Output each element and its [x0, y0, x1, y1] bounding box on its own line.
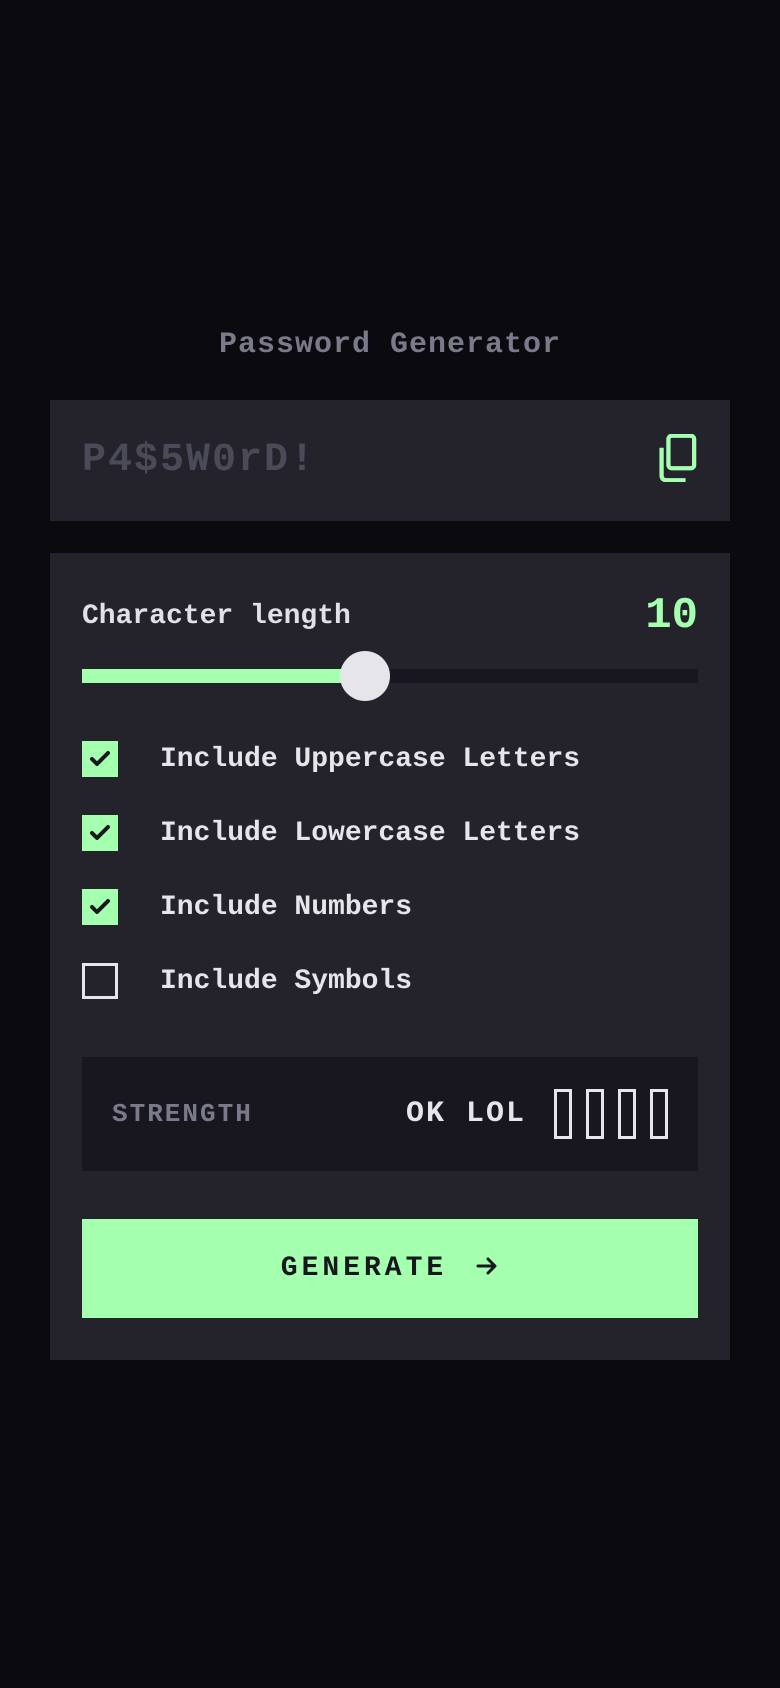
generate-button[interactable]: GENERATE	[82, 1219, 698, 1318]
generate-label: GENERATE	[281, 1253, 447, 1284]
arrow-right-icon	[475, 1254, 499, 1283]
checkbox-numbers[interactable]: Include Numbers	[82, 889, 698, 925]
settings-panel: Character length 10 Include Uppercase Le…	[50, 553, 730, 1360]
checkbox-lowercase[interactable]: Include Lowercase Letters	[82, 815, 698, 851]
checkbox-icon	[82, 963, 118, 999]
slider-thumb[interactable]	[340, 651, 390, 701]
length-row: Character length 10	[82, 591, 698, 641]
checkbox-symbols[interactable]: Include Symbols	[82, 963, 698, 999]
checkbox-group: Include Uppercase Letters Include Lowerc…	[82, 741, 698, 999]
checkbox-icon	[82, 815, 118, 851]
password-display: P4$5W0rD!	[50, 400, 730, 521]
strength-label: STRENGTH	[112, 1099, 253, 1129]
strength-indicator: STRENGTH OK LOL	[82, 1057, 698, 1171]
checkbox-label: Include Symbols	[160, 966, 412, 997]
checkbox-icon	[82, 741, 118, 777]
length-label: Character length	[82, 601, 351, 632]
app-container: Password Generator P4$5W0rD! Character l…	[50, 328, 730, 1360]
strength-bar	[618, 1089, 636, 1139]
checkbox-label: Include Numbers	[160, 892, 412, 923]
strength-value: OK LOL	[406, 1097, 526, 1131]
strength-bar	[586, 1089, 604, 1139]
copy-icon[interactable]	[656, 434, 698, 487]
checkbox-uppercase[interactable]: Include Uppercase Letters	[82, 741, 698, 777]
strength-right: OK LOL	[406, 1089, 668, 1139]
checkbox-label: Include Lowercase Letters	[160, 818, 580, 849]
checkbox-icon	[82, 889, 118, 925]
password-output: P4$5W0rD!	[82, 438, 316, 483]
strength-bar	[554, 1089, 572, 1139]
app-title: Password Generator	[50, 328, 730, 362]
strength-bar	[650, 1089, 668, 1139]
checkbox-label: Include Uppercase Letters	[160, 744, 580, 775]
length-value: 10	[645, 591, 698, 641]
strength-bars	[554, 1089, 668, 1139]
slider-fill	[82, 669, 365, 683]
length-slider[interactable]	[82, 669, 698, 683]
